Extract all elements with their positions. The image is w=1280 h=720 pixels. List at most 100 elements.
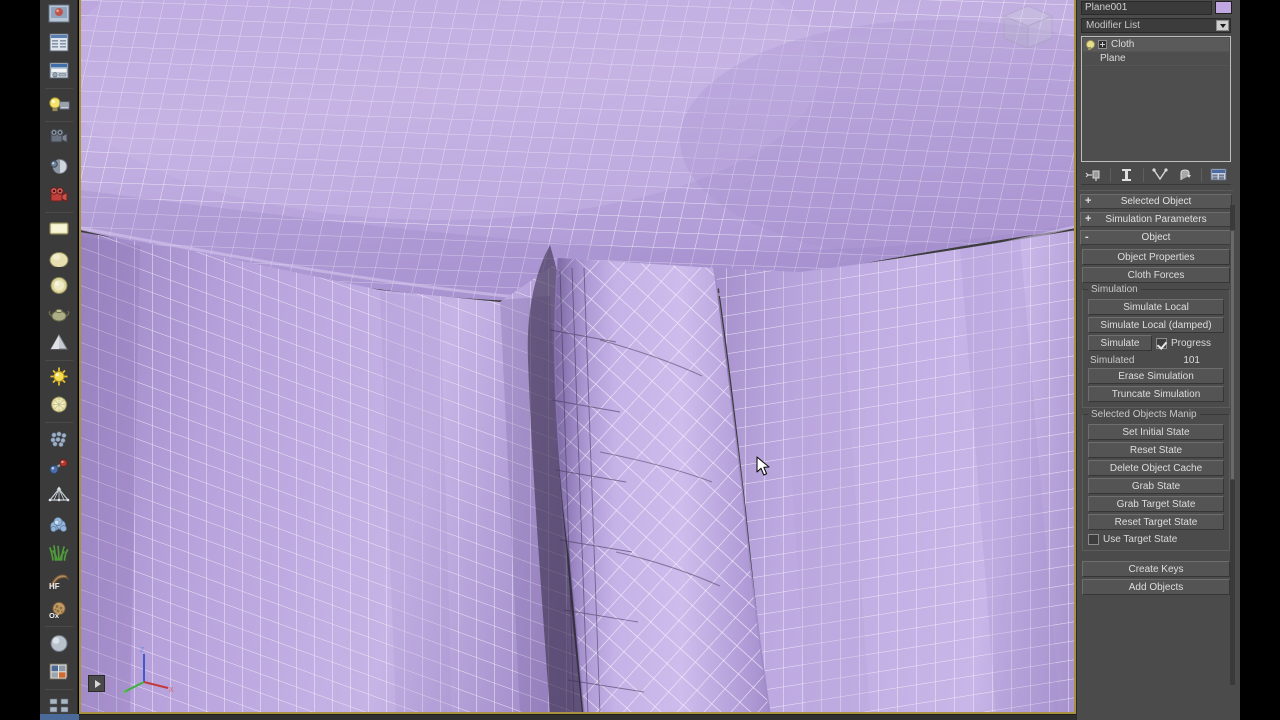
lightbulb-icon[interactable]	[1085, 39, 1095, 50]
erase-simulation-button[interactable]: Erase Simulation	[1088, 368, 1224, 384]
grass-icon[interactable]	[44, 539, 74, 567]
simulation-group: Simulation Simulate Local Simulate Local…	[1082, 284, 1230, 408]
object-rollout-body: Object Properties Cloth Forces Simulatio…	[1077, 245, 1235, 599]
toolbar-divider	[44, 359, 73, 361]
object-name-field[interactable]: Plane001	[1081, 0, 1212, 15]
toolbar-divider	[44, 211, 73, 213]
svg-text:X: X	[169, 687, 174, 694]
letterbox-right	[1240, 0, 1280, 720]
modifier-list-label: Modifier List	[1086, 20, 1140, 31]
letterbox-left	[0, 0, 40, 720]
camera-icon[interactable]	[44, 124, 74, 152]
simulate-row: Simulate Progress	[1088, 335, 1224, 351]
dust-icon[interactable]: Ox	[44, 596, 74, 624]
modifier-stack[interactable]: Cloth Plane	[1081, 36, 1231, 162]
hair-fur-icon[interactable]: HF	[44, 567, 74, 595]
helper-icon[interactable]	[44, 153, 74, 181]
light-icon[interactable]	[44, 91, 74, 119]
camera-red-icon[interactable]	[44, 181, 74, 209]
set-initial-state-button[interactable]: Set Initial State	[1088, 424, 1224, 440]
simulate-button[interactable]: Simulate	[1088, 335, 1152, 351]
track-bar-left[interactable]	[40, 714, 79, 720]
sun-icon[interactable]	[44, 363, 74, 391]
toolbar-divider	[1109, 167, 1111, 182]
create-keys-button[interactable]: Create Keys	[1082, 561, 1230, 577]
modifier-stack-toolbar	[1081, 165, 1231, 185]
svg-text:Y: Y	[122, 690, 127, 696]
rollout-title: Simulation Parameters	[1105, 214, 1207, 225]
vertex-weld-icon[interactable]	[44, 482, 74, 510]
render-setup-icon[interactable]	[44, 29, 74, 57]
modifier-list-dropdown[interactable]: Modifier List	[1081, 18, 1231, 33]
simulate-local-button[interactable]: Simulate Local	[1088, 299, 1224, 315]
command-panel: Plane001 Modifier List Cloth Plane + Sel…	[1076, 0, 1240, 720]
progress-checkbox-wrap[interactable]: Progress	[1156, 337, 1212, 349]
cloth-forces-button[interactable]: Cloth Forces	[1082, 267, 1230, 283]
box-icon[interactable]	[44, 215, 74, 243]
configure-modifier-sets-icon[interactable]	[1209, 166, 1228, 184]
bond-icon[interactable]	[44, 453, 74, 481]
use-target-state-wrap[interactable]: Use Target State	[1088, 534, 1224, 545]
object-properties-button[interactable]: Object Properties	[1082, 249, 1230, 265]
grab-target-state-button[interactable]: Grab Target State	[1088, 496, 1224, 512]
remove-modifier-icon[interactable]	[1176, 166, 1195, 184]
rollout-toggle-icon[interactable]: +	[1085, 195, 1091, 208]
axis-tripod: Z Y X	[122, 647, 174, 696]
toolbar-divider	[1201, 167, 1203, 182]
make-unique-icon[interactable]	[1150, 166, 1169, 184]
geosphere-icon[interactable]	[44, 272, 74, 300]
truncate-simulation-button[interactable]: Truncate Simulation	[1088, 386, 1224, 402]
cloud-icon[interactable]	[44, 510, 74, 538]
command-panel-scrollbar-thumb[interactable]	[1230, 230, 1235, 480]
material-editor-icon[interactable]	[44, 0, 74, 28]
simulated-label: Simulated	[1090, 355, 1135, 366]
toolbar-divider	[44, 421, 73, 423]
svg-text:HF: HF	[49, 582, 60, 591]
modifier-stack-item-cloth[interactable]: Cloth	[1083, 38, 1229, 52]
teapot-icon[interactable]	[44, 300, 74, 328]
perspective-viewport[interactable]: Z Y X	[79, 0, 1076, 714]
render-sphere-icon[interactable]	[44, 629, 74, 657]
rollout-header-object[interactable]: - Object	[1080, 230, 1232, 245]
manip-group-title: Selected Objects Manip	[1088, 409, 1200, 420]
object-color-swatch[interactable]	[1215, 1, 1232, 14]
progress-label: Progress	[1171, 337, 1212, 349]
sphere-icon[interactable]	[44, 243, 74, 271]
render-frame-window-icon[interactable]	[44, 57, 74, 85]
rollout-title: Selected Object	[1120, 196, 1192, 207]
expand-subobject-icon[interactable]	[1098, 40, 1107, 49]
rollout-toggle-icon[interactable]: +	[1085, 213, 1091, 226]
viewcube[interactable]	[996, 2, 1060, 54]
cloth-object[interactable]	[80, 0, 1076, 714]
skylight-icon[interactable]	[44, 391, 74, 419]
use-target-state-checkbox[interactable]	[1088, 534, 1099, 545]
simulation-group-title: Simulation	[1088, 284, 1141, 295]
chevron-down-icon[interactable]	[1216, 20, 1229, 31]
show-end-result-icon[interactable]	[1117, 166, 1136, 184]
left-toolbar: HF Ox	[40, 0, 78, 720]
play-animation-button[interactable]	[88, 675, 105, 692]
simulated-frame-row: Simulated 101	[1088, 355, 1224, 366]
selected-objects-manip-group: Selected Objects Manip Set Initial State…	[1082, 409, 1230, 551]
asset-tracking-icon[interactable]	[44, 658, 74, 686]
simulate-local-damped-button[interactable]: Simulate Local (damped)	[1088, 317, 1224, 333]
reset-target-state-button[interactable]: Reset Target State	[1088, 514, 1224, 530]
progress-checkbox[interactable]	[1156, 337, 1167, 349]
modifier-stack-item-label: Plane	[1100, 53, 1126, 64]
grab-state-button[interactable]: Grab State	[1088, 478, 1224, 494]
time-slider-strip[interactable]	[79, 714, 1240, 720]
reset-state-button[interactable]: Reset State	[1088, 442, 1224, 458]
rollout-toggle-icon[interactable]: -	[1085, 231, 1089, 244]
rollout-header-simulation-parameters[interactable]: + Simulation Parameters	[1080, 212, 1232, 227]
object-name-row: Plane001	[1077, 0, 1235, 16]
pin-stack-icon[interactable]	[1084, 166, 1103, 184]
rollout-title: Object	[1141, 232, 1171, 243]
delete-object-cache-button[interactable]: Delete Object Cache	[1088, 460, 1224, 476]
toolbar-divider	[44, 688, 73, 690]
add-objects-button[interactable]: Add Objects	[1082, 579, 1230, 595]
particles-icon[interactable]	[44, 425, 74, 453]
toolbar-divider	[44, 626, 73, 628]
rollout-header-selected-object[interactable]: + Selected Object	[1080, 194, 1232, 209]
modifier-stack-item-plane[interactable]: Plane	[1083, 52, 1229, 66]
cone-icon[interactable]	[44, 329, 74, 357]
